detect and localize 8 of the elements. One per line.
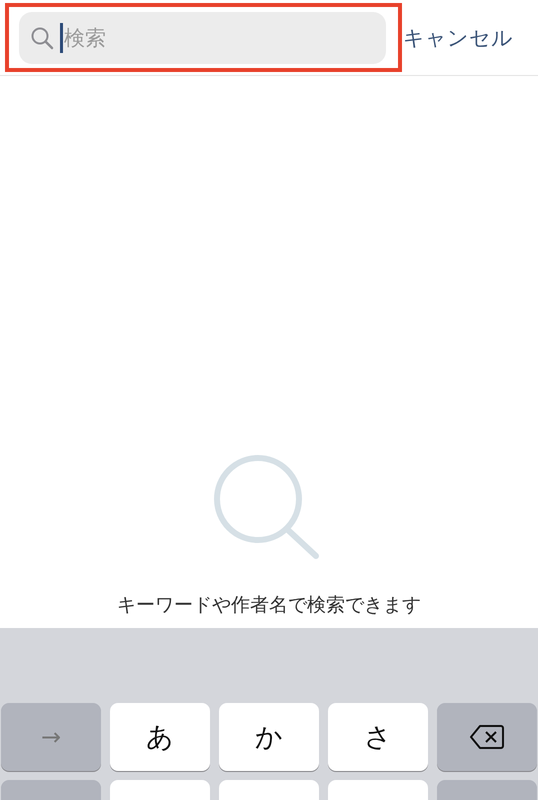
keyboard-key[interactable]: か: [219, 703, 319, 771]
cancel-button[interactable]: キャンセル: [402, 24, 513, 52]
keyboard-key[interactable]: さ: [328, 703, 428, 771]
empty-message: キーワードや作者名で検索できます: [117, 593, 421, 618]
search-field[interactable]: 検索: [19, 12, 386, 64]
delete-icon: [470, 724, 504, 750]
backspace-key[interactable]: [437, 703, 537, 771]
keyboard-key[interactable]: あ: [110, 703, 210, 771]
